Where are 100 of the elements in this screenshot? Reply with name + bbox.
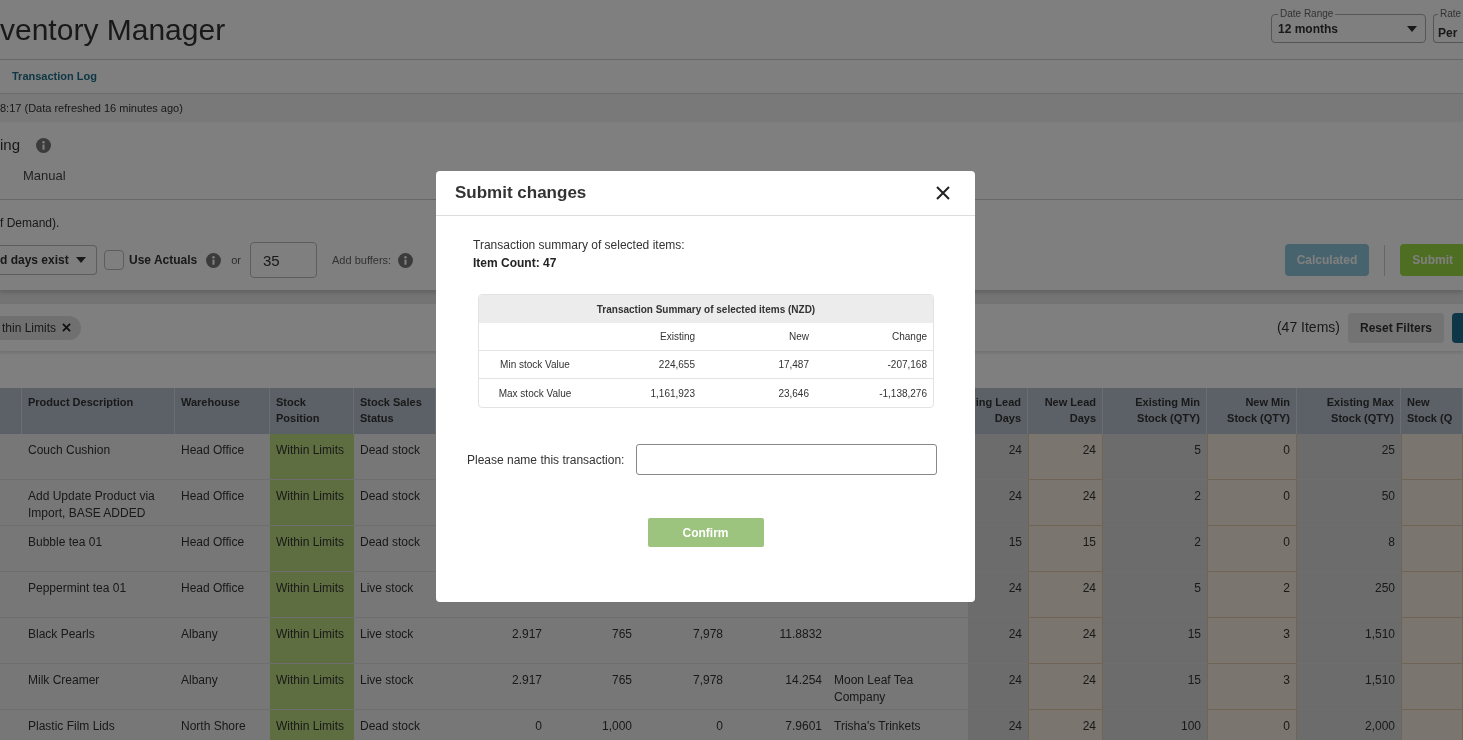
- column-header: Existing: [591, 323, 701, 351]
- table-cell: 50: [1297, 480, 1401, 526]
- column-header: Product Description: [22, 388, 175, 434]
- table-cell: 765: [548, 618, 638, 664]
- table-cell: 25: [1297, 434, 1401, 480]
- table-cell: 1,510: [1297, 618, 1401, 664]
- table-cell: Milk Creamer: [22, 664, 175, 710]
- table-cell: [1401, 664, 1463, 710]
- table-cell: 2.917: [436, 618, 548, 664]
- close-icon[interactable]: [936, 186, 950, 200]
- checkbox[interactable]: [104, 250, 124, 270]
- column-header: New Stock (Q: [1401, 388, 1463, 434]
- filter-chip[interactable]: thin Limits: [0, 315, 82, 340]
- table-cell: 24: [968, 572, 1028, 618]
- column-header: Warehouse: [175, 388, 270, 434]
- table-cell: 765: [548, 664, 638, 710]
- table-cell: 24: [1028, 618, 1103, 664]
- column-header: Stock Sales Status: [354, 388, 436, 434]
- table-cell: 17,487: [701, 351, 815, 379]
- table-cell: Black Pearls: [22, 618, 175, 664]
- info-icon: [36, 137, 52, 153]
- period-select[interactable]: d days exist: [0, 245, 97, 275]
- table-cell: Trisha's Trinkets: [828, 710, 968, 740]
- column-header: New Min Stock (QTY): [1207, 388, 1297, 434]
- table-cell: 5: [1103, 572, 1207, 618]
- table-cell: 0: [1207, 710, 1297, 740]
- caret-icon: [76, 257, 86, 263]
- table-cell: 100: [1103, 710, 1207, 740]
- table-cell: [1401, 618, 1463, 664]
- table-cell: 0: [1207, 480, 1297, 526]
- caret-icon: [1407, 26, 1417, 32]
- column-header: Existing Max Stock (QTY): [1297, 388, 1401, 434]
- table-cell: 0: [436, 710, 548, 740]
- note-text: f Demand).: [0, 215, 60, 232]
- date-range-select[interactable]: Date Range 12 months: [1271, 8, 1426, 43]
- table-cell: 14.254: [729, 664, 828, 710]
- item-count: (47 Items): [1276, 318, 1340, 337]
- row-label: Min stock Value: [479, 351, 591, 379]
- table-cell: 3: [1207, 618, 1297, 664]
- table-cell: 15: [1103, 618, 1207, 664]
- table-cell: 24: [968, 664, 1028, 710]
- table-cell: Moon Leaf Tea Company: [828, 664, 968, 710]
- or-label: or: [231, 252, 242, 268]
- table-cell: 1,000: [548, 710, 638, 740]
- days-input[interactable]: 35: [250, 242, 318, 278]
- table-cell: 2.917: [436, 664, 548, 710]
- table-cell: 0: [1207, 434, 1297, 480]
- table-cell: Add Update Product via Import, BASE ADDED: [22, 480, 175, 526]
- table-cell: 224,655: [591, 351, 701, 379]
- table-cell: [1401, 480, 1463, 526]
- table-cell: [1401, 526, 1463, 572]
- nav-link[interactable]: Transaction Log: [12, 68, 97, 85]
- field-label: Please name this transaction:: [467, 451, 625, 469]
- table-cell: 3: [1207, 664, 1297, 710]
- table-cell: Dead stock: [354, 710, 436, 740]
- table-cell-text: 23,646: [777, 386, 810, 401]
- table-cell: Within Limits: [270, 480, 354, 526]
- table-cell: 24: [1028, 664, 1103, 710]
- table-cell: Bubble tea 01: [22, 526, 175, 572]
- table-cell: Within Limits: [270, 710, 354, 740]
- table-cell: Within Limits: [270, 434, 354, 480]
- table-cell: -207,168: [815, 351, 933, 379]
- info-icon: [206, 252, 222, 268]
- table-cell: Head Office: [175, 526, 270, 572]
- close-icon: [62, 323, 72, 332]
- table-title: Transaction Summary of selected items (NZD): [479, 295, 933, 323]
- row-label: Max stock Value: [497, 386, 573, 401]
- table-cell: 8: [1297, 526, 1401, 572]
- table-cell-text: 1,161,923: [649, 386, 696, 401]
- table-cell: 7.9601: [729, 710, 828, 740]
- modal-title: Submit changes: [455, 182, 587, 205]
- rate-select[interactable]: Rate Per: [1433, 8, 1463, 43]
- table-cell: Couch Cushion: [22, 434, 175, 480]
- table-cell-text: -1,138,276: [878, 386, 928, 401]
- transaction-name-input[interactable]: [636, 444, 938, 475]
- refresh-status: 8:17 (Data refreshed 16 minutes ago): [0, 94, 1463, 122]
- mode-option[interactable]: Manual: [23, 166, 66, 186]
- table-cell: 0: [1207, 526, 1297, 572]
- table-cell: 2: [1103, 480, 1207, 526]
- table-cell: Plastic Film Lids: [22, 710, 175, 740]
- table-cell: 7,978: [638, 664, 729, 710]
- table-cell: 24: [1028, 480, 1103, 526]
- table-cell: 1,510: [1297, 664, 1401, 710]
- table-cell: 2,000: [1297, 710, 1401, 740]
- column-header: [0, 388, 22, 434]
- table-cell: Live stock: [354, 664, 436, 710]
- column-header: Existing Min Stock (QTY): [1103, 388, 1207, 434]
- table-cell: 24: [1028, 572, 1103, 618]
- summary-intro: Transaction summary of selected items:: [473, 237, 685, 254]
- item-count: Item Count: 47: [473, 255, 557, 272]
- buffers-label: Add buffers:: [332, 252, 392, 268]
- table-cell: Head Office: [175, 480, 270, 526]
- section-heading: ing: [0, 134, 21, 155]
- table-cell: 2: [1207, 572, 1297, 618]
- table-cell: 5: [1103, 434, 1207, 480]
- table-cell: [1401, 434, 1463, 480]
- checkbox-label: Use Actuals: [129, 252, 198, 269]
- table-cell: Peppermint tea 01: [22, 572, 175, 618]
- table-cell: Head Office: [175, 434, 270, 480]
- reset-filters-button[interactable]: Reset Filters: [1347, 312, 1444, 343]
